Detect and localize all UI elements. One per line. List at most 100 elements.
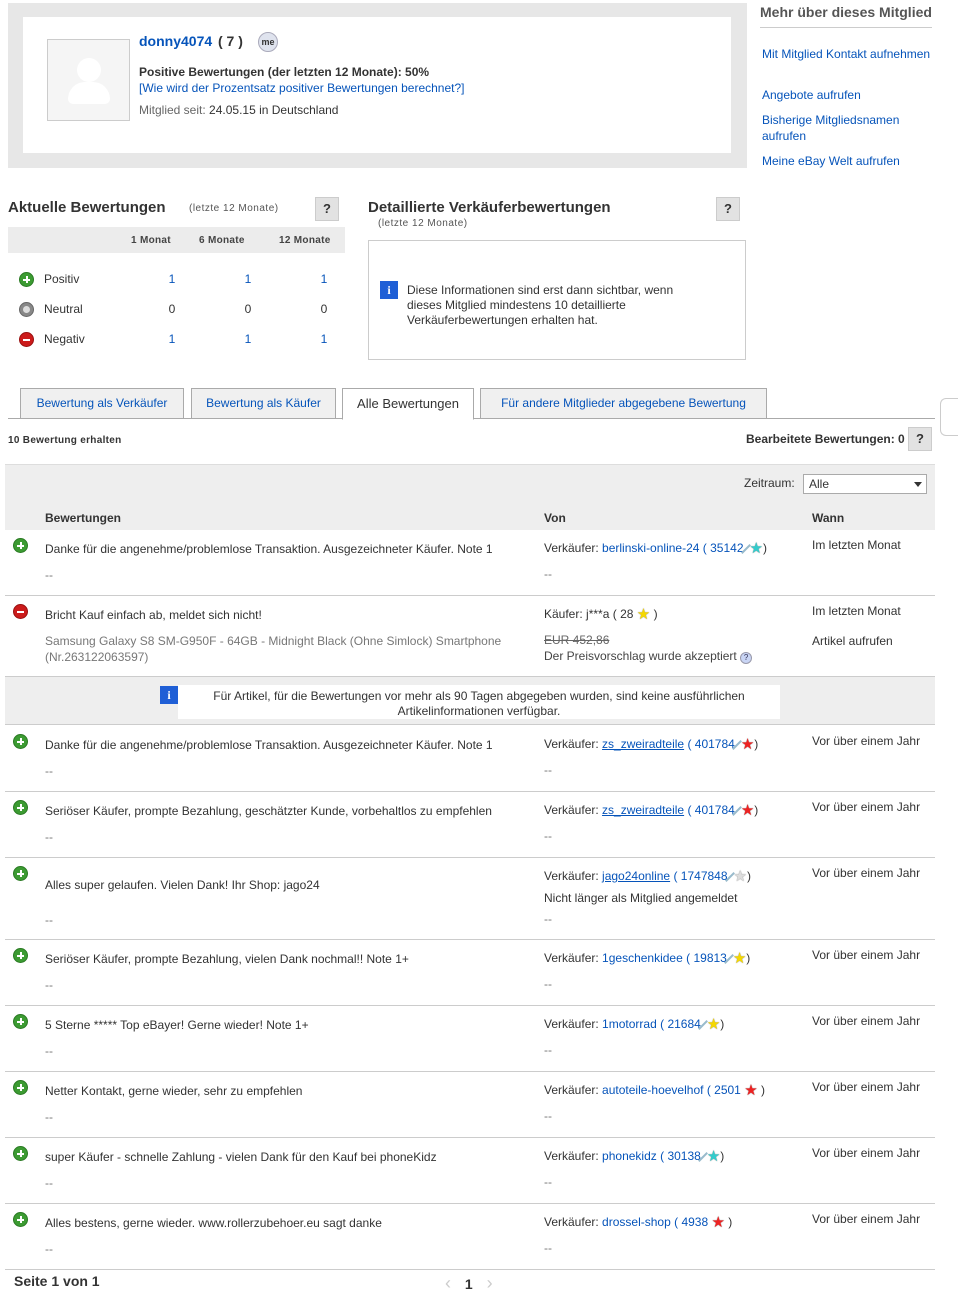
positive-6-months[interactable]: 1 [233,272,263,286]
feedback-time: Vor über einem Jahr [812,1080,921,1094]
feedback-row: Danke für die angenehme/problemlose Tran… [5,530,935,596]
feedback-comment: Alles bestens, gerne wieder. www.rollerz… [45,1216,382,1230]
avatar [47,39,130,121]
next-page-button[interactable]: › [487,1273,493,1293]
tab-feedback-left-for-others[interactable]: Für andere Mitglieder abgegebene Bewertu… [480,388,767,419]
col-1-month: 1 Monat [131,235,171,246]
detailed-ratings-info: Diese Informationen sind erst dann sicht… [407,283,674,327]
header-when: Wann [812,511,845,525]
view-item-link[interactable]: Artikel aufrufen [812,634,893,648]
feedback-item: -- [45,764,53,778]
username-link[interactable]: donny4074 [139,33,212,49]
feedback-comment: Seriöser Käufer, prompte Bezahlung, gesc… [45,804,492,818]
user-score-link[interactable]: ( 19813 [686,951,727,965]
tab-seller-feedback[interactable]: Bewertung als Verkäufer [20,388,184,419]
feedback-from: Käufer: j***a ( 28 ★ ) [544,605,658,623]
user-link[interactable]: autoteile-hoevelhof [602,1083,703,1097]
positive-icon [13,734,28,749]
prev-page-button[interactable]: ‹ [445,1273,451,1293]
negative-6-months[interactable]: 1 [233,332,263,346]
positive-1-month[interactable]: 1 [157,272,187,286]
star-icon: ★ [733,867,747,885]
help-icon: ? [740,652,753,664]
current-ratings-help-button[interactable]: ? [315,197,339,221]
feedback-from: Verkäufer: jago24online ( 1747848 ★) [544,867,751,885]
view-listings-link[interactable]: Angebote aufrufen [762,87,932,103]
neutral-6-months: 0 [244,302,252,316]
user-link[interactable]: zs_zweiradteile [602,737,684,751]
feedback-item: -- [45,1044,53,1058]
user-score-link[interactable]: ( 21684 [660,1017,701,1031]
tab-buyer-feedback[interactable]: Bewertung als Käufer [191,388,336,419]
positive-12-months[interactable]: 1 [309,272,339,286]
user-link[interactable]: drossel-shop [602,1215,671,1229]
star-icon: ★ [744,1081,758,1099]
detailed-ratings-title: Detaillierte Verkäuferbewertungen [368,199,611,216]
sidebar-title: Mehr über dieses Mitglied [760,4,932,20]
feedback-row: Seriöser Käufer, prompte Bezahlung, viel… [5,940,935,1006]
tab-all-feedback[interactable]: Alle Bewertungen [342,388,474,420]
page-1-button[interactable]: 1 [465,1276,473,1292]
header-feedback: Bewertungen [45,511,122,525]
user-link[interactable]: 1motorrad [602,1017,657,1031]
user-link[interactable]: zs_zweiradteile [602,803,684,817]
sidebar-divider [760,27,932,28]
col-6-months: 6 Monate [199,235,245,246]
user-score-link[interactable]: ( 2501 [707,1083,741,1097]
calculation-help-link[interactable]: [Wie wird der Prozentsatz positiver Bewe… [139,81,465,95]
feedback-comment: Bricht Kauf einfach ab, meldet sich nich… [45,608,262,622]
header-from: Von [544,511,566,525]
star-icon: ★ [732,949,747,967]
positive-icon [13,866,28,881]
user-score-link[interactable]: ( 401784 [687,803,734,817]
negative-1-month[interactable]: 1 [157,332,187,346]
feedback-from: Verkäufer: drossel-shop ( 4938 ★ ) [544,1213,733,1231]
edited-feedback-count: Bearbeitete Bewertungen: 0 [746,432,905,446]
feedback-row: super Käufer - schnelle Zahlung - vielen… [5,1138,935,1204]
user-link[interactable]: 1geschenkidee [602,951,683,965]
item-price: EUR 452,86 [544,633,610,647]
period-label: Zeitraum: [744,476,795,490]
member-since: Mitglied seit: 24.05.15 in Deutschland [139,103,339,117]
positive-icon [13,800,28,815]
edit-pencil-icon[interactable] [940,398,958,436]
star-icon: ★ [740,735,755,753]
notice-text: Für Artikel, für die Bewertungen vor meh… [213,689,745,718]
user-score-link[interactable]: ( 35142 [703,541,744,555]
feedback-item: -- [45,1242,53,1256]
user-score-link[interactable]: ( 30138 [660,1149,701,1163]
positive-icon [13,1014,28,1029]
feedback-row: Bricht Kauf einfach ab, meldet sich nich… [5,596,935,677]
positive-icon [13,1212,28,1227]
feedback-row: 5 Sterne ***** Top eBayer! Gerne wieder!… [5,1006,935,1072]
me-badge-icon: me [258,32,278,52]
previous-usernames-link[interactable]: Bisherige Mitgliedsnamen aufrufen [762,112,932,144]
feedback-time: Vor über einem Jahr [812,1146,921,1160]
user-score-link[interactable]: ( 1747848 [673,869,727,883]
negative-12-months[interactable]: 1 [309,332,339,346]
feedback-comment: Danke für die angenehme/problemlose Tran… [45,542,493,556]
feedback-comment: Alles super gelaufen. Vielen Dank! Ihr S… [45,878,320,892]
user-link[interactable]: phonekidz [602,1149,657,1163]
user-link[interactable]: jago24online [602,869,670,883]
edited-help-button[interactable]: ? [908,427,932,451]
user-score-link[interactable]: ( 4938 [674,1215,708,1229]
feedback-time: Vor über einem Jahr [812,948,921,962]
user-link[interactable]: berlinski-online-24 [602,541,699,555]
feedback-row: Alles super gelaufen. Vielen Dank! Ihr S… [5,858,935,940]
pagination: ‹ 1 › [445,1273,493,1294]
feedback-comment: Danke für die angenehme/problemlose Tran… [45,738,493,752]
feedback-time: Vor über einem Jahr [812,866,921,880]
negative-label: Negativ [44,332,85,346]
user-score-link[interactable]: ( 401784 [687,737,734,751]
page-indicator: Seite 1 von 1 [14,1273,100,1289]
period-select[interactable]: Alle [803,474,927,494]
col-12-months: 12 Monate [279,235,331,246]
detailed-ratings-help-button[interactable]: ? [716,197,740,221]
user-name: j***a [586,607,610,621]
contact-member-link[interactable]: Mit Mitglied Kontakt aufnehmen [762,46,932,62]
star-icon: ★ [706,1147,721,1165]
feedback-from: Verkäufer: zs_zweiradteile ( 401784 ★) [544,735,759,753]
my-ebay-world-link[interactable]: Meine eBay Welt aufrufen [762,153,932,169]
positive-icon [13,1146,28,1161]
